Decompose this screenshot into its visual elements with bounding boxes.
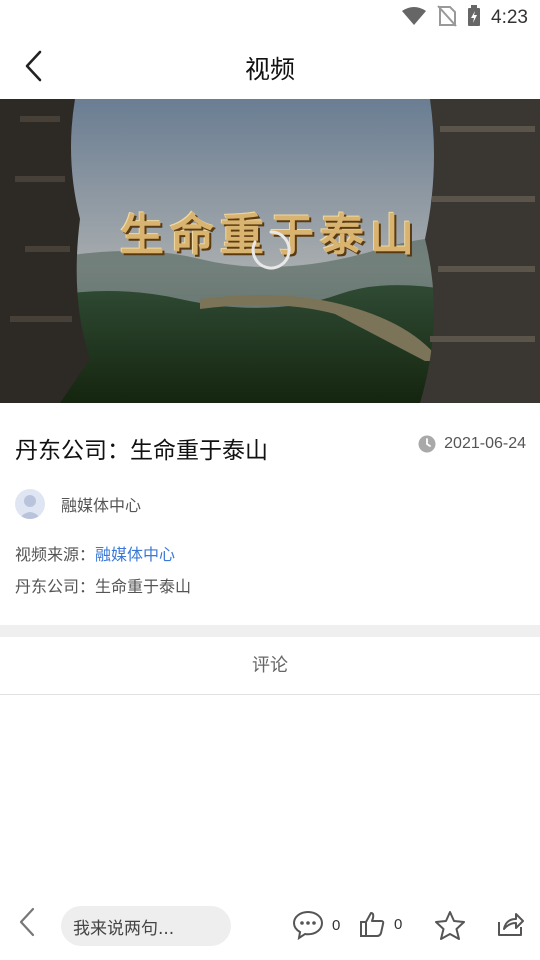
star-icon (435, 911, 465, 940)
wifi-icon (401, 6, 427, 30)
thumbs-up-icon (360, 912, 385, 937)
comments-header: 评论 (0, 637, 540, 695)
section-divider (0, 625, 540, 637)
bottom-back-button[interactable] (18, 904, 46, 940)
like-count: 0 (394, 915, 403, 933)
like-button[interactable]: 0 (358, 910, 402, 938)
author-name: 融媒体中心 (61, 496, 142, 515)
nav-bar: 视频 (0, 36, 540, 98)
loading-spinner-icon (251, 230, 291, 270)
source-link[interactable]: 融媒体中心 (95, 545, 175, 564)
status-time: 4:23 (491, 7, 528, 28)
status-icons: 4:23 (401, 5, 528, 31)
page-title: 视频 (244, 55, 295, 84)
comment-input[interactable]: 我来说两句... (61, 906, 231, 946)
favorite-button[interactable] (434, 910, 466, 940)
video-source: 视频来源：融媒体中心 (15, 541, 175, 565)
no-sim-icon (437, 5, 457, 31)
article-description: 丹东公司：生命重于泰山 (15, 577, 192, 596)
bottom-action-bar: 我来说两句... 0 0 (0, 882, 540, 960)
source-label: 视频来源： (15, 545, 96, 564)
article-info: 丹东公司：生命重于泰山 2021-06-24 融媒体中心 视频来源：融媒体中心 … (0, 403, 540, 625)
article-title: 丹东公司：生命重于泰山 (15, 438, 268, 464)
date-text: 2021-06-24 (444, 435, 526, 452)
share-button[interactable] (496, 910, 524, 938)
comment-bubble-icon (292, 910, 324, 940)
clock-icon (418, 435, 436, 453)
comment-count: 0 (332, 916, 341, 934)
battery-charging-icon (467, 5, 481, 31)
video-player[interactable]: 生命重于泰山 (0, 99, 540, 403)
author-row[interactable]: 融媒体中心 (15, 489, 141, 519)
comment-input-placeholder: 我来说两句... (73, 918, 175, 939)
avatar (15, 489, 45, 519)
share-icon (498, 913, 524, 936)
chevron-left-icon (19, 907, 35, 937)
publish-date: 2021-06-24 (418, 435, 526, 453)
comment-button[interactable]: 0 (292, 910, 340, 940)
status-bar: 4:23 (0, 0, 540, 36)
